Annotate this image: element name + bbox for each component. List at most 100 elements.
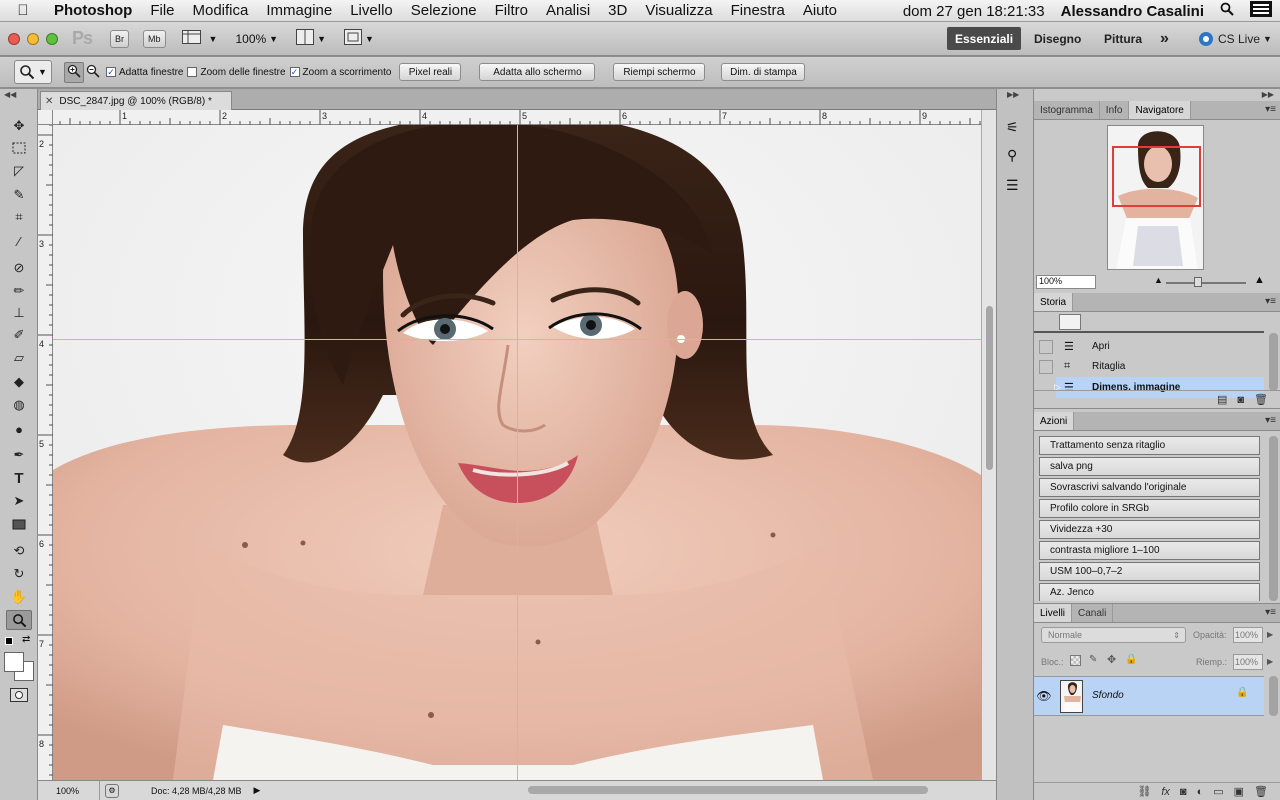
navigator-preview[interactable]	[1107, 125, 1204, 270]
menu-app-name[interactable]: Photoshop	[46, 2, 141, 19]
app-zoom-level[interactable]: 100%	[235, 32, 266, 46]
dim-stampa-button[interactable]: Dim. di stampa	[721, 63, 806, 81]
clone-stamp-tool-icon[interactable]: ⊥	[6, 303, 32, 323]
lock-transparency-icon[interactable]	[1070, 655, 1081, 666]
document-tab[interactable]: ✕ DSC_2847.jpg @ 100% (RGB/8) *	[40, 91, 232, 110]
panel-menu-icon[interactable]: ▾≡	[1265, 415, 1276, 426]
paint-bucket-tool-icon[interactable]: ◆	[6, 372, 32, 392]
pen-tool-icon[interactable]: ✒	[6, 445, 32, 465]
foreground-color-swatch[interactable]	[4, 652, 24, 672]
navigator-view-box[interactable]	[1112, 146, 1201, 207]
panels-collapse-icon[interactable]: ▶▶	[1262, 90, 1274, 99]
history-snapshot[interactable]	[1034, 312, 1264, 333]
extras-grid-icon[interactable]	[181, 29, 206, 48]
tools-collapse-icon[interactable]: ◀◀	[4, 90, 16, 99]
action-item[interactable]: Sovrascrivi salvando l'originale	[1039, 478, 1260, 497]
tab-navigatore[interactable]: Navigatore	[1129, 101, 1191, 119]
new-document-from-state-icon[interactable]: ▤	[1217, 393, 1227, 406]
minibridge-button[interactable]: Mb	[143, 29, 166, 48]
type-tool-icon[interactable]: T	[6, 468, 32, 488]
menu-visualizza[interactable]: Visualizza	[636, 2, 721, 19]
masks-panel-icon[interactable]: ⚲	[1007, 147, 1017, 164]
document-canvas[interactable]	[53, 125, 981, 780]
zoom-in-mode-icon[interactable]	[64, 61, 84, 83]
arrange-dropdown-icon[interactable]: ▼	[317, 34, 326, 44]
marquee-tool-icon[interactable]	[6, 138, 32, 158]
3d-orbit-tool-icon[interactable]: ↻	[6, 564, 32, 584]
navigator-zoom-out-icon[interactable]: ▲	[1154, 275, 1163, 285]
tab-storia[interactable]: Storia	[1034, 293, 1074, 311]
canvas-vertical-scrollbar[interactable]	[981, 110, 996, 780]
layers-scrollbar[interactable]	[1269, 676, 1278, 716]
apple-icon[interactable]: 	[0, 2, 46, 19]
spotlight-search-icon[interactable]	[1212, 2, 1242, 20]
delete-state-icon[interactable]: 🗑	[1254, 393, 1268, 406]
cs-live-button[interactable]: CS Live ▼	[1198, 27, 1272, 50]
action-item[interactable]: USM 100–0,7–2	[1039, 562, 1260, 581]
arrange-docs-icon[interactable]	[296, 29, 315, 48]
menu-analisi[interactable]: Analisi	[537, 2, 599, 19]
quick-selection-tool-icon[interactable]: ✎	[6, 185, 32, 205]
clone-source-panel-icon[interactable]: ☰	[1006, 177, 1019, 194]
layer-visibility-eye-icon[interactable]: 👁	[1036, 689, 1052, 703]
healing-brush-tool-icon[interactable]: ⊘	[6, 258, 32, 278]
tab-livelli[interactable]: Livelli	[1034, 604, 1073, 622]
tab-azioni[interactable]: Azioni	[1034, 412, 1075, 430]
action-item[interactable]: Profilo colore in SRGb	[1039, 499, 1260, 518]
default-colors-icon[interactable]	[5, 637, 13, 645]
tab-istogramma[interactable]: Istogramma	[1034, 101, 1100, 119]
close-document-icon[interactable]: ✕	[45, 96, 53, 107]
status-menu-icon[interactable]: ▶	[254, 785, 261, 796]
new-group-icon[interactable]: ▭	[1213, 785, 1223, 798]
zoom-tool-button[interactable]	[6, 610, 32, 630]
workspace-pittura[interactable]: Pittura	[1104, 27, 1142, 50]
new-layer-icon[interactable]: ▣	[1234, 785, 1244, 798]
tab-canali[interactable]: Canali	[1072, 604, 1114, 622]
history-brush-tool-icon[interactable]: ✐	[6, 325, 32, 345]
menu-aiuto[interactable]: Aiuto	[794, 2, 846, 19]
screen-mode-dropdown-icon[interactable]: ▼	[365, 34, 374, 44]
vertical-scroll-thumb[interactable]	[986, 306, 993, 470]
swap-colors-icon[interactable]: ⇄	[22, 634, 30, 645]
action-item[interactable]: Trattamento senza ritaglio	[1039, 436, 1260, 455]
action-item[interactable]: Vividezza +30	[1039, 520, 1260, 539]
adjustments-panel-icon[interactable]: ⚟	[1006, 119, 1019, 136]
dock-collapse-icon[interactable]: ▶▶	[1007, 90, 1019, 99]
lock-pixels-icon[interactable]: ✎	[1089, 654, 1097, 665]
zoom-scorrimento-checkbox[interactable]: ✓ Zoom a scorrimento	[289, 67, 391, 78]
pixel-reali-button[interactable]: Pixel reali	[399, 63, 462, 81]
navigator-zoom-slider[interactable]	[1166, 282, 1246, 284]
new-snapshot-icon[interactable]: ◙	[1237, 394, 1244, 406]
status-info-icon[interactable]: ⚙	[105, 783, 119, 798]
menu-clock[interactable]: dom 27 gen 18:21:33	[895, 3, 1053, 20]
panel-menu-icon[interactable]: ▾≡	[1265, 607, 1276, 618]
zoom-finestre-checkbox[interactable]: Zoom delle finestre	[187, 67, 286, 78]
3d-rotate-tool-icon[interactable]: ⟲	[6, 541, 32, 561]
menu-livello[interactable]: Livello	[341, 2, 402, 19]
horizontal-ruler[interactable]: 1 2 3 4 5 6 7 8 9	[53, 110, 981, 125]
status-zoom[interactable]: 100%	[38, 781, 100, 800]
actions-scrollbar[interactable]	[1269, 436, 1278, 601]
workspace-disegno[interactable]: Disegno	[1034, 27, 1081, 50]
layer-row-selected[interactable]: 👁 Sfondo 🔒	[1034, 676, 1264, 716]
hand-tool-icon[interactable]: ✋	[6, 587, 32, 607]
history-item[interactable]: ☰ Apri	[1034, 336, 1264, 357]
eyedropper-tool-icon[interactable]: ⁄	[6, 231, 32, 251]
dodge-tool-icon[interactable]: ●	[6, 419, 32, 439]
riempi-schermo-button[interactable]: Riempi schermo	[613, 63, 706, 81]
guide-vertical[interactable]	[517, 125, 518, 780]
menu-finestra[interactable]: Finestra	[722, 2, 794, 19]
eraser-tool-icon[interactable]: ▱	[6, 348, 32, 368]
menu-selezione[interactable]: Selezione	[402, 2, 486, 19]
fill-field[interactable]: 100%	[1233, 654, 1263, 670]
panel-menu-icon[interactable]: ▾≡	[1265, 104, 1276, 115]
action-item[interactable]: contrasta migliore 1–100	[1039, 541, 1260, 560]
vertical-ruler[interactable]: 2 3 4 5 6 7 8	[38, 110, 53, 780]
menu-modifica[interactable]: Modifica	[184, 2, 258, 19]
shape-tool-icon[interactable]	[6, 514, 32, 534]
crop-tool-icon[interactable]: ⌗	[6, 207, 32, 227]
zoom-out-mode-icon[interactable]	[86, 64, 100, 81]
adatta-schermo-button[interactable]: Adatta allo schermo	[479, 63, 596, 81]
history-source-box[interactable]	[1039, 359, 1053, 374]
menu-3d[interactable]: 3D	[599, 2, 636, 19]
